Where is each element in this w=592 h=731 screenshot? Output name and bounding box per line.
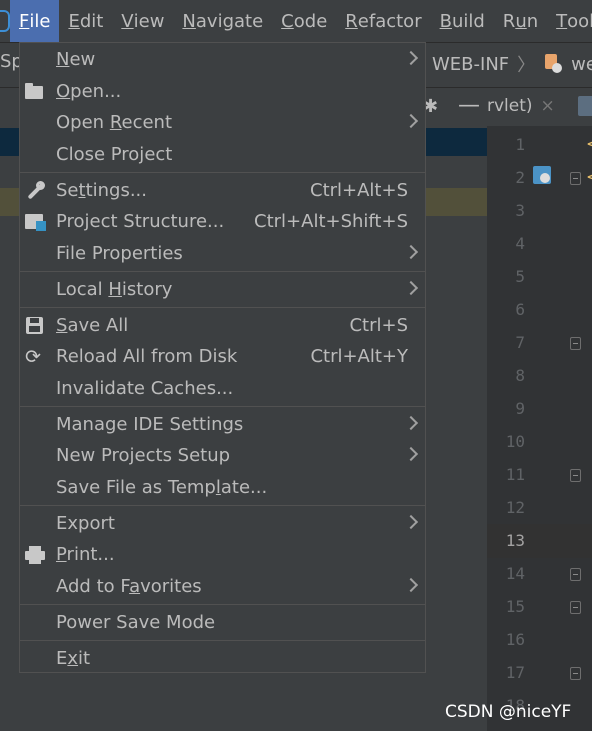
menu-file[interactable]: File [10, 0, 60, 42]
menu-item-new-projects-setup[interactable]: New Projects Setup [20, 440, 425, 472]
submenu-arrow-icon [403, 50, 419, 66]
line-number[interactable]: 2 [489, 168, 525, 187]
app-logo-icon [0, 0, 10, 42]
breadcrumb-file[interactable]: web [571, 54, 592, 75]
menu-item-exit[interactable]: Exit [20, 643, 425, 675]
menu-item-power-save-mode[interactable]: Power Save Mode [20, 607, 425, 639]
print-icon [25, 545, 47, 565]
submenu-arrow-icon [403, 514, 419, 530]
line-number[interactable]: 10 [489, 432, 525, 451]
editor-tab[interactable]: rvlet) × [487, 96, 555, 116]
menu-item-new[interactable]: New [20, 44, 425, 76]
menu-item-manage-ide-settings[interactable]: Manage IDE Settings [20, 409, 425, 441]
menu-separator [20, 172, 425, 173]
menu-item-save-as-template[interactable]: Save File as Template... [20, 472, 425, 504]
fold-marker-icon[interactable] [570, 337, 581, 350]
submenu-arrow-icon [403, 113, 419, 129]
submenu-arrow-icon [403, 244, 419, 260]
submenu-arrow-icon [403, 415, 419, 431]
breadcrumb-separator-icon: 〉 [517, 55, 536, 76]
fold-marker-icon[interactable] [570, 667, 581, 680]
menu-view[interactable]: View [112, 0, 173, 42]
menu-tools[interactable]: Tool [547, 0, 592, 42]
save-icon [25, 316, 47, 336]
menu-separator [20, 604, 425, 605]
file-menu-dropdown: New Open... Open Recent Close Project Se… [19, 42, 426, 673]
menu-item-local-history[interactable]: Local History [20, 274, 425, 306]
code-fragment[interactable]: < [586, 167, 592, 186]
menu-bar: File Edit View Navigate Code Refactor Bu… [0, 0, 592, 42]
menu-refactor[interactable]: Refactor [336, 0, 430, 42]
fold-marker-icon[interactable] [570, 172, 581, 185]
editor-tab-label: rvlet) [487, 96, 533, 116]
line-number[interactable]: 14 [489, 564, 525, 583]
close-tab-icon[interactable]: × [541, 96, 555, 116]
project-structure-icon [25, 212, 47, 232]
line-number[interactable]: 6 [489, 300, 525, 319]
code-fragment[interactable]: < [586, 134, 592, 153]
breadcrumb: WEB-INF 〉 web [432, 51, 592, 77]
line-number[interactable]: 15 [489, 597, 525, 616]
menu-separator [20, 640, 425, 641]
line-number[interactable]: 4 [489, 234, 525, 253]
menu-edit[interactable]: Edit [59, 0, 112, 42]
menu-item-add-to-favorites[interactable]: Add to Favorites [20, 571, 425, 603]
minimize-icon[interactable]: — [458, 93, 480, 118]
line-number[interactable]: 11 [489, 465, 525, 484]
line-number[interactable]: 13 [489, 531, 525, 550]
menu-separator [20, 505, 425, 506]
menu-separator [20, 307, 425, 308]
menu-item-print[interactable]: Print... [20, 539, 425, 571]
menu-separator [20, 406, 425, 407]
shortcut-label: Ctrl+Alt+S [310, 180, 408, 201]
menu-code[interactable]: Code [272, 0, 336, 42]
line-number[interactable]: 12 [489, 498, 525, 517]
submenu-arrow-icon [403, 577, 419, 593]
shortcut-label: Ctrl+Alt+Shift+S [254, 211, 408, 232]
fold-marker-icon[interactable] [570, 601, 581, 614]
line-number[interactable]: 7 [489, 333, 525, 352]
reload-icon: ⟳ [25, 346, 41, 368]
menu-navigate[interactable]: Navigate [173, 0, 272, 42]
menu-item-open[interactable]: Open... [20, 76, 425, 108]
line-number[interactable]: 8 [489, 366, 525, 385]
line-number[interactable]: 1 [489, 135, 525, 154]
wrench-icon [25, 181, 47, 201]
menu-item-close-project[interactable]: Close Project [20, 139, 425, 171]
menu-run[interactable]: Run [494, 0, 547, 42]
fold-marker-icon[interactable] [570, 568, 581, 581]
menu-item-open-recent[interactable]: Open Recent [20, 107, 425, 139]
menu-item-project-structure[interactable]: Project Structure... Ctrl+Alt+Shift+S [20, 206, 425, 238]
web-gutter-icon[interactable] [533, 166, 551, 184]
breadcrumb-folder[interactable]: WEB-INF [432, 54, 509, 75]
line-number[interactable]: 5 [489, 267, 525, 286]
menu-item-settings[interactable]: Settings... Ctrl+Alt+S [20, 175, 425, 207]
menu-item-reload-all[interactable]: ⟳ Reload All from Disk Ctrl+Alt+Y [20, 341, 425, 373]
xml-file-icon [543, 54, 563, 74]
submenu-arrow-icon [403, 446, 419, 462]
watermark: CSDN @niceYF [445, 702, 572, 722]
submenu-arrow-icon [403, 280, 419, 296]
shortcut-label: Ctrl+S [349, 315, 408, 336]
menu-item-export[interactable]: Export [20, 508, 425, 540]
menu-separator [20, 271, 425, 272]
file-tab-icon[interactable] [578, 96, 592, 116]
folder-open-icon [25, 82, 47, 102]
line-number[interactable]: 3 [489, 201, 525, 220]
fold-marker-icon[interactable] [570, 469, 581, 482]
menu-item-save-all[interactable]: Save All Ctrl+S [20, 310, 425, 342]
menu-item-invalidate-caches[interactable]: Invalidate Caches... [20, 373, 425, 405]
line-number[interactable]: 9 [489, 399, 525, 418]
menu-build[interactable]: Build [431, 0, 494, 42]
line-number[interactable]: 17 [489, 663, 525, 682]
shortcut-label: Ctrl+Alt+Y [310, 346, 408, 367]
menu-item-file-properties[interactable]: File Properties [20, 238, 425, 270]
line-number[interactable]: 16 [489, 630, 525, 649]
